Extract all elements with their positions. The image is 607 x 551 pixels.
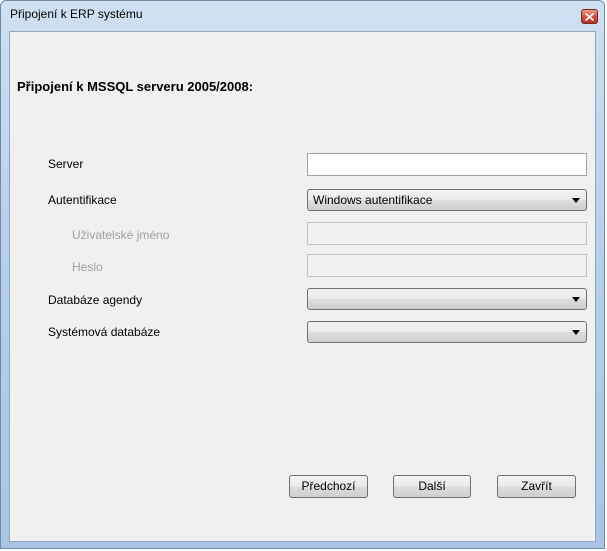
chevron-down-icon xyxy=(572,198,580,203)
password-input xyxy=(307,254,587,277)
server-label: Server xyxy=(48,157,84,171)
auth-select-value: Windows autentifikace xyxy=(313,193,433,207)
chevron-down-icon xyxy=(572,297,580,302)
close-button[interactable]: Zavřít xyxy=(497,475,576,498)
auth-select[interactable]: Windows autentifikace xyxy=(307,189,587,211)
agenda-db-select[interactable] xyxy=(307,288,587,310)
title-bar[interactable]: Připojení k ERP systému xyxy=(1,1,604,29)
system-db-select[interactable] xyxy=(307,321,587,343)
auth-label: Autentifikace xyxy=(48,193,117,207)
next-button[interactable]: Další xyxy=(393,475,471,498)
close-icon xyxy=(585,12,594,21)
section-heading: Připojení k MSSQL serveru 2005/2008: xyxy=(17,79,254,94)
dialog-client-area xyxy=(9,31,596,542)
previous-button[interactable]: Předchozí xyxy=(289,475,368,498)
username-label: Uživatelské jméno xyxy=(72,228,170,242)
server-input[interactable] xyxy=(307,153,587,176)
close-window-button[interactable] xyxy=(581,9,598,24)
chevron-down-icon xyxy=(572,330,580,335)
system-db-label: Systémová databáze xyxy=(48,325,161,339)
username-input xyxy=(307,222,587,245)
agenda-db-label: Databáze agendy xyxy=(48,293,143,307)
password-label: Heslo xyxy=(72,260,103,274)
window-title: Připojení k ERP systému xyxy=(10,7,143,21)
